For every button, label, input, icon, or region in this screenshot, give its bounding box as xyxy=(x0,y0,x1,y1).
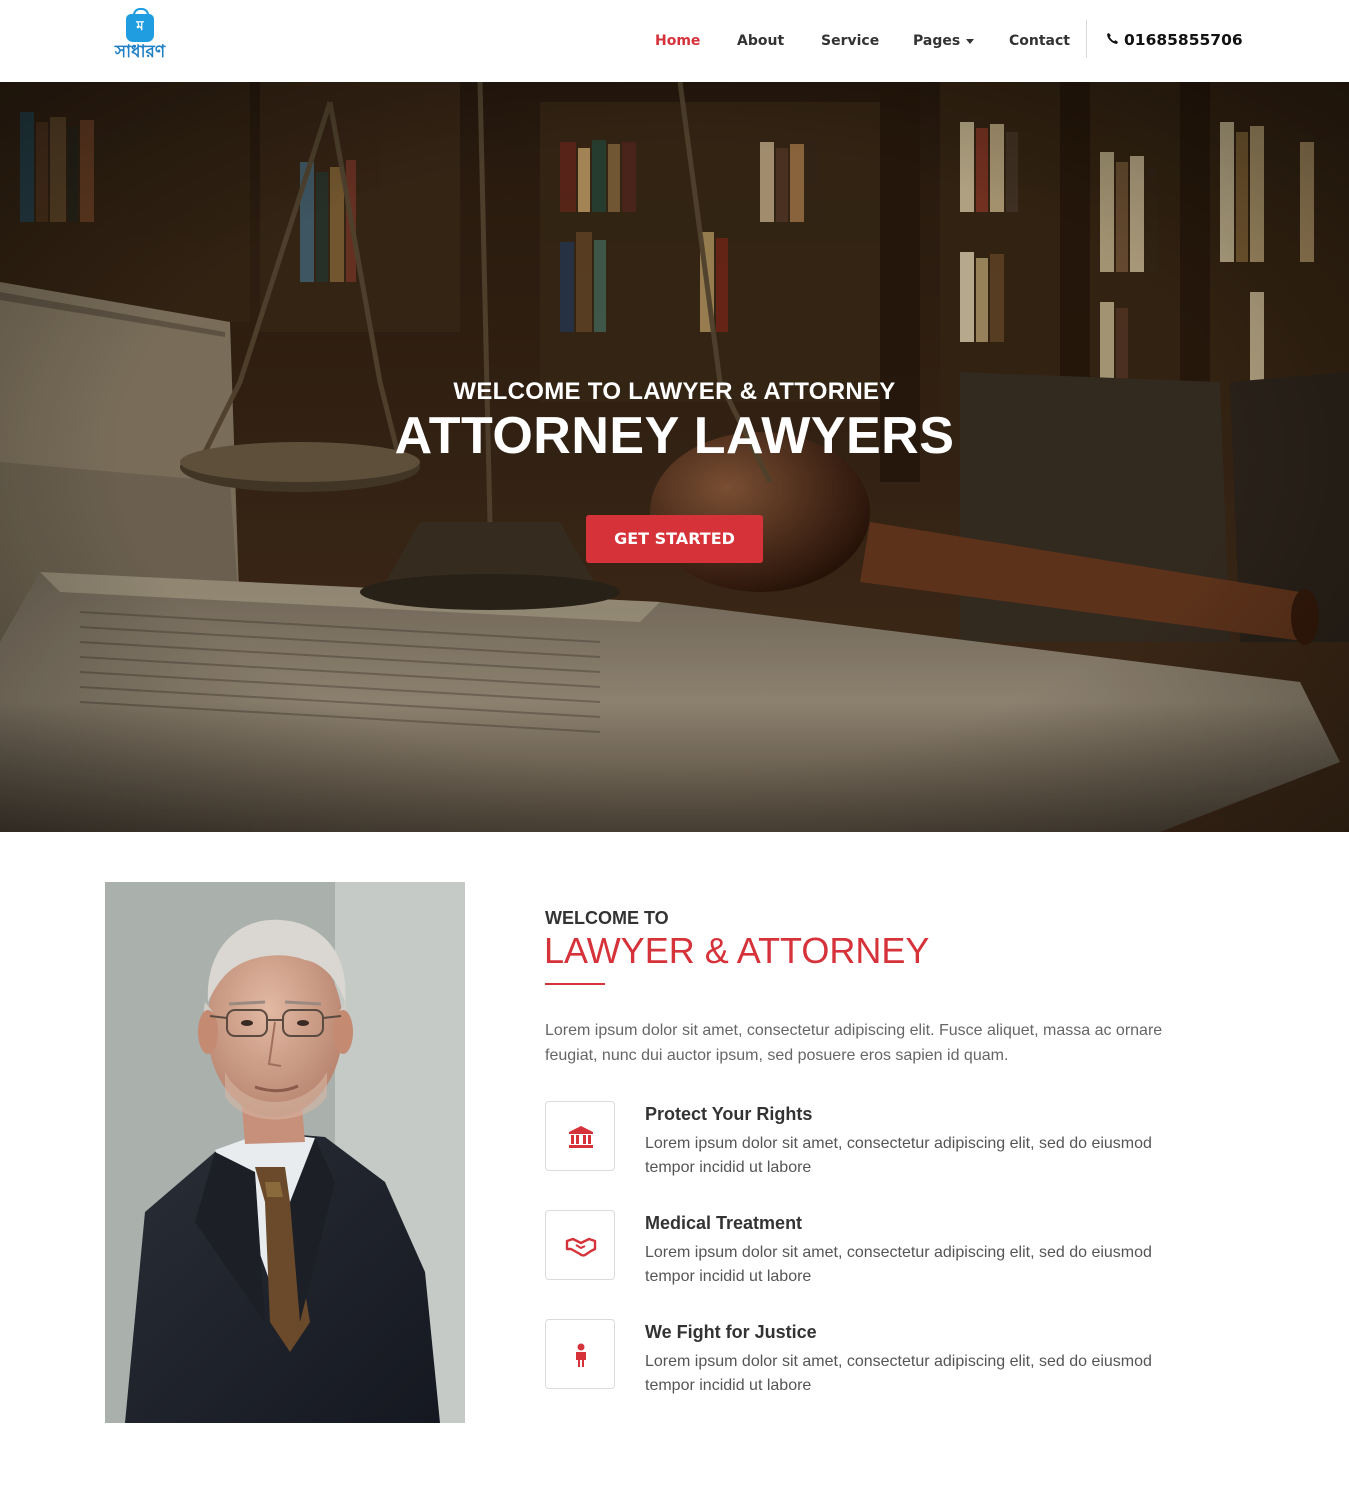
hero-subtitle: WELCOME TO LAWYER & ATTORNEY xyxy=(453,378,896,405)
person-icon xyxy=(576,1343,586,1367)
feature-text: Lorem ipsum dolor sit amet, consectetur … xyxy=(645,1244,1152,1285)
phone-text: 01685855706 xyxy=(1124,31,1243,49)
feature-text: Lorem ipsum dolor sit amet, consectetur … xyxy=(645,1353,1152,1394)
hero-banner: WELCOME TO LAWYER & ATTORNEY ATTORNEY LA… xyxy=(0,82,1349,832)
phone-number[interactable]: 01685855706 xyxy=(1106,30,1243,51)
site-header: ম সাধারণ Home About Service Pages Contac… xyxy=(0,0,1349,82)
get-started-button[interactable]: GET STARTED xyxy=(586,515,763,563)
nav-pages-dropdown[interactable]: Pages xyxy=(913,32,975,50)
feature-title: Protect Your Rights xyxy=(645,1104,813,1124)
about-eyebrow: WELCOME TO xyxy=(545,908,669,928)
feature-item: We Fight for Justice Lorem ipsum dolor s… xyxy=(545,1319,1205,1419)
nav-about[interactable]: About xyxy=(737,32,784,50)
nav-divider xyxy=(1086,20,1087,58)
about-heading: LAWYER & ATTORNEY xyxy=(544,930,930,971)
logo-text: সাধারণ xyxy=(114,42,166,62)
caret-down-icon xyxy=(966,38,975,44)
attorney-photo xyxy=(105,882,465,1423)
nav-pages-label: Pages xyxy=(913,33,961,49)
phone-icon xyxy=(1106,31,1120,51)
feature-icon-box xyxy=(545,1101,615,1171)
handshake-icon xyxy=(565,1237,597,1257)
shopping-bag-icon: ম xyxy=(126,8,154,42)
feature-title: We Fight for Justice xyxy=(645,1322,817,1342)
nav-service[interactable]: Service xyxy=(821,32,879,50)
nav-contact[interactable]: Contact xyxy=(1009,32,1070,50)
feature-text: Lorem ipsum dolor sit amet, consectetur … xyxy=(645,1135,1152,1176)
feature-item: Medical Treatment Lorem ipsum dolor sit … xyxy=(545,1210,1205,1310)
logo-glyph: ম xyxy=(136,19,144,34)
feature-icon-box xyxy=(545,1210,615,1280)
nav-home[interactable]: Home xyxy=(655,32,700,50)
site-logo[interactable]: ম সাধারণ xyxy=(106,8,174,64)
feature-icon-box xyxy=(545,1319,615,1389)
feature-title: Medical Treatment xyxy=(645,1213,803,1233)
attorney-portrait xyxy=(105,882,465,1423)
about-intro: Lorem ipsum dolor sit amet, consectetur … xyxy=(545,1022,1163,1064)
hero-title: ATTORNEY LAWYERS xyxy=(394,407,955,465)
heading-underline xyxy=(545,983,605,985)
bank-icon xyxy=(569,1126,593,1148)
feature-item: Protect Your Rights Lorem ipsum dolor si… xyxy=(545,1101,1205,1201)
